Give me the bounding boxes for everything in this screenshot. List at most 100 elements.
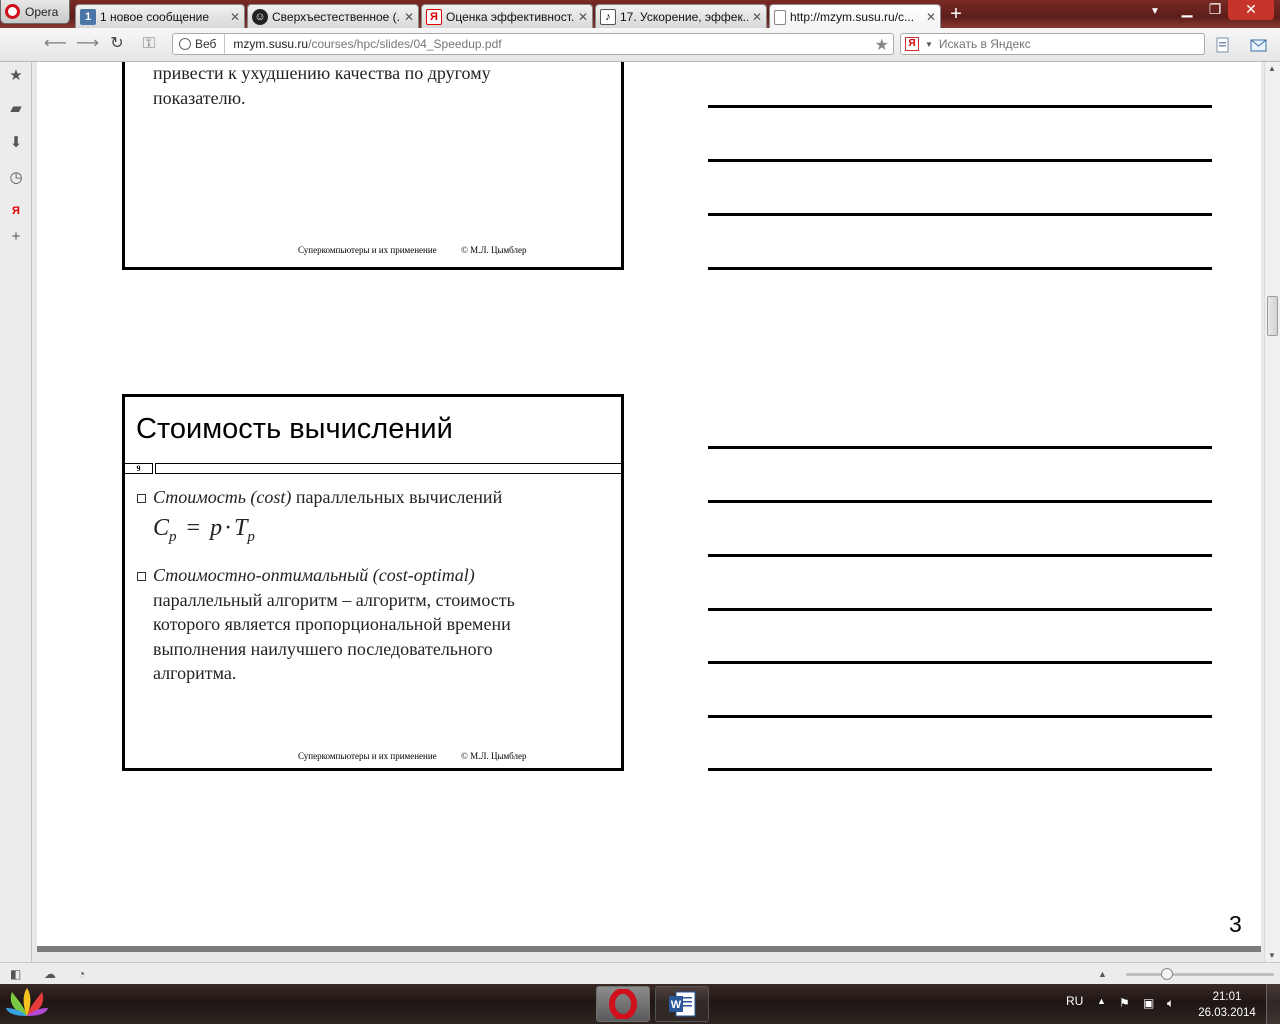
tab-list-icon[interactable]: ▼ [1150,6,1160,17]
volume-icon[interactable]: 🔈︎ [1167,996,1174,1011]
forward-icon[interactable]: ⟶ [76,36,99,54]
system-clock[interactable]: 21:01 26.03.2014 [1196,989,1258,1021]
tab-title: 1 новое сообщение [100,9,210,24]
back-icon[interactable]: ⟵ [44,36,67,54]
notes-icon[interactable]: ▰ [7,100,25,118]
slide-title: Стоимость вычислений [136,413,453,445]
footer-course: Суперкомпьютеры и их применение [298,751,437,761]
show-desktop-button[interactable] [1266,984,1280,1024]
bullet-cost-text: параллельных вычислений [291,487,503,507]
vertical-scrollbar[interactable]: ▲ ▼ [1264,62,1280,962]
speed-dial-gauge-icon[interactable]: ◔ [78,967,85,981]
slide-text-line: алгоритма. [153,663,237,683]
pdf-page: привести к ухудшению качества по другому… [37,62,1261,946]
key-icon[interactable]: ⚿ [140,36,158,54]
scroll-down-icon[interactable]: ▼ [1268,951,1276,960]
blank-page-icon [774,9,786,25]
term-cost: Стоимость (cost) [153,487,292,507]
doc-page-icon: ♪ [600,8,616,25]
note-line [708,213,1212,216]
yandex-icon: Я [426,8,442,25]
close-window-icon[interactable]: ✕ [1228,0,1274,20]
note-line [708,267,1212,270]
restore-icon[interactable]: ❐ [1200,0,1230,20]
note-line [708,159,1212,162]
slide-text-line: выполнения наилучшего последовательного [153,638,493,659]
formula-dot: · [224,515,233,541]
opera-menu-label: Opera [25,4,59,19]
site-face-icon: ☺ [252,8,268,25]
word-icon: W [669,991,696,1017]
close-tab-icon[interactable]: ✕ [230,10,240,24]
slide-previous: привести к ухудшению качества по другому… [122,62,624,270]
opera-menu-button[interactable]: Opera [0,0,70,24]
new-tab-button[interactable]: + [946,4,966,25]
formula-sub: p [247,528,255,545]
page-info-icon[interactable] [1214,36,1232,54]
url-path: /courses/hpc/slides/04_Speedup.pdf [308,37,502,51]
opera-logo-icon [609,989,637,1019]
tab-vk-messages[interactable]: 1 1 новое сообщение ✕ [75,4,245,28]
add-panel-icon[interactable]: + [7,228,25,246]
close-tab-icon[interactable]: ✕ [926,10,936,24]
reload-icon[interactable]: ↻ [108,36,126,54]
history-clock-icon[interactable]: ◷ [7,169,25,187]
search-box[interactable]: Я ▼ [900,33,1205,55]
tab-efficiency[interactable]: Я Оценка эффективност... ✕ [421,4,593,28]
minimize-icon[interactable]: ▁ [1172,0,1202,20]
bookmarks-star-icon[interactable]: ★ [7,67,25,85]
bullet-square-icon [137,572,146,581]
tab-supernatural[interactable]: ☺ Сверхъестественное (... ✕ [247,4,419,28]
downloads-icon[interactable]: ⬇ [7,134,25,152]
slide-title-bar [155,463,621,474]
formula-p: p [210,515,223,541]
yandex-search-icon[interactable]: Я [905,37,919,51]
language-indicator[interactable]: RU [1066,994,1083,1008]
start-flower-icon[interactable] [4,986,50,1022]
address-url[interactable]: mzym.susu.ru/courses/hpc/slides/04_Speed… [225,37,501,51]
scroll-thumb[interactable] [1267,296,1278,336]
action-center-flag-icon[interactable]: ⚑ [1119,996,1130,1010]
zoom-up-icon[interactable]: ▲ [1098,969,1107,979]
windows-taskbar: W RU ▲ ⚑ ▣ 🔈︎ 21:01 26.03.2014 [0,984,1280,1024]
close-tab-icon[interactable]: ✕ [404,10,414,24]
search-input[interactable] [938,37,1179,51]
tab-title: Сверхъестественное (... [272,9,400,24]
address-scope[interactable]: Веб [173,34,226,54]
tab-bar: Opera 1 1 новое сообщение ✕ ☺ Сверхъесте… [0,0,1280,29]
formula-equals: = [186,515,201,541]
mail-icon[interactable] [1250,36,1268,54]
tab-pdf-active[interactable]: http://mzym.susu.ru/c... ✕ [769,4,941,29]
address-scope-label: Веб [195,37,217,51]
clock-time: 21:01 [1212,991,1242,1003]
panel-toggle-icon[interactable]: ◧ [10,967,21,981]
tray-expand-icon[interactable]: ▲ [1097,996,1106,1006]
yandex-panel-icon[interactable]: Я [7,202,25,220]
network-icon[interactable]: ▣ [1143,996,1154,1010]
page-number: 3 [1229,911,1242,937]
tab-title: http://mzym.susu.ru/c... [790,10,915,24]
vk-icon: 1 [80,8,96,25]
taskbar-opera[interactable] [596,986,650,1022]
scroll-up-icon[interactable]: ▲ [1268,64,1276,73]
term-cost-optimal: Стоимостно-оптимальный (cost-optimal) [153,565,475,585]
zoom-slider-handle[interactable] [1161,968,1173,980]
footer-author: © М.Л. Цымблер [461,751,527,761]
taskbar-word[interactable]: W [655,986,709,1022]
tab-speedup[interactable]: ♪ 17. Ускорение, эффек... ✕ [595,4,767,28]
address-bar[interactable]: Веб mzym.susu.ru/courses/hpc/slides/04_S… [172,33,894,55]
bullet-square-icon [137,494,146,503]
chevron-down-icon[interactable]: ▼ [925,40,933,49]
close-tab-icon[interactable]: ✕ [752,10,762,24]
clock-date: 26.03.2014 [1198,1007,1256,1019]
note-line [708,608,1212,611]
navigation-bar: ⟵ ⟶ ↻ ⚿ Веб mzym.susu.ru/courses/hpc/sli… [0,28,1280,62]
note-line [708,661,1212,664]
bullet-cost: Стоимость (cost) параллельных вычислений [153,485,502,510]
bookmark-star-icon[interactable]: ★ [875,35,889,55]
close-tab-icon[interactable]: ✕ [578,10,588,24]
url-host: mzym.susu.ru [233,37,309,51]
zoom-slider[interactable] [1126,973,1274,976]
opera-unite-cloud-icon[interactable]: ☁ [44,967,56,981]
note-line [708,554,1212,557]
